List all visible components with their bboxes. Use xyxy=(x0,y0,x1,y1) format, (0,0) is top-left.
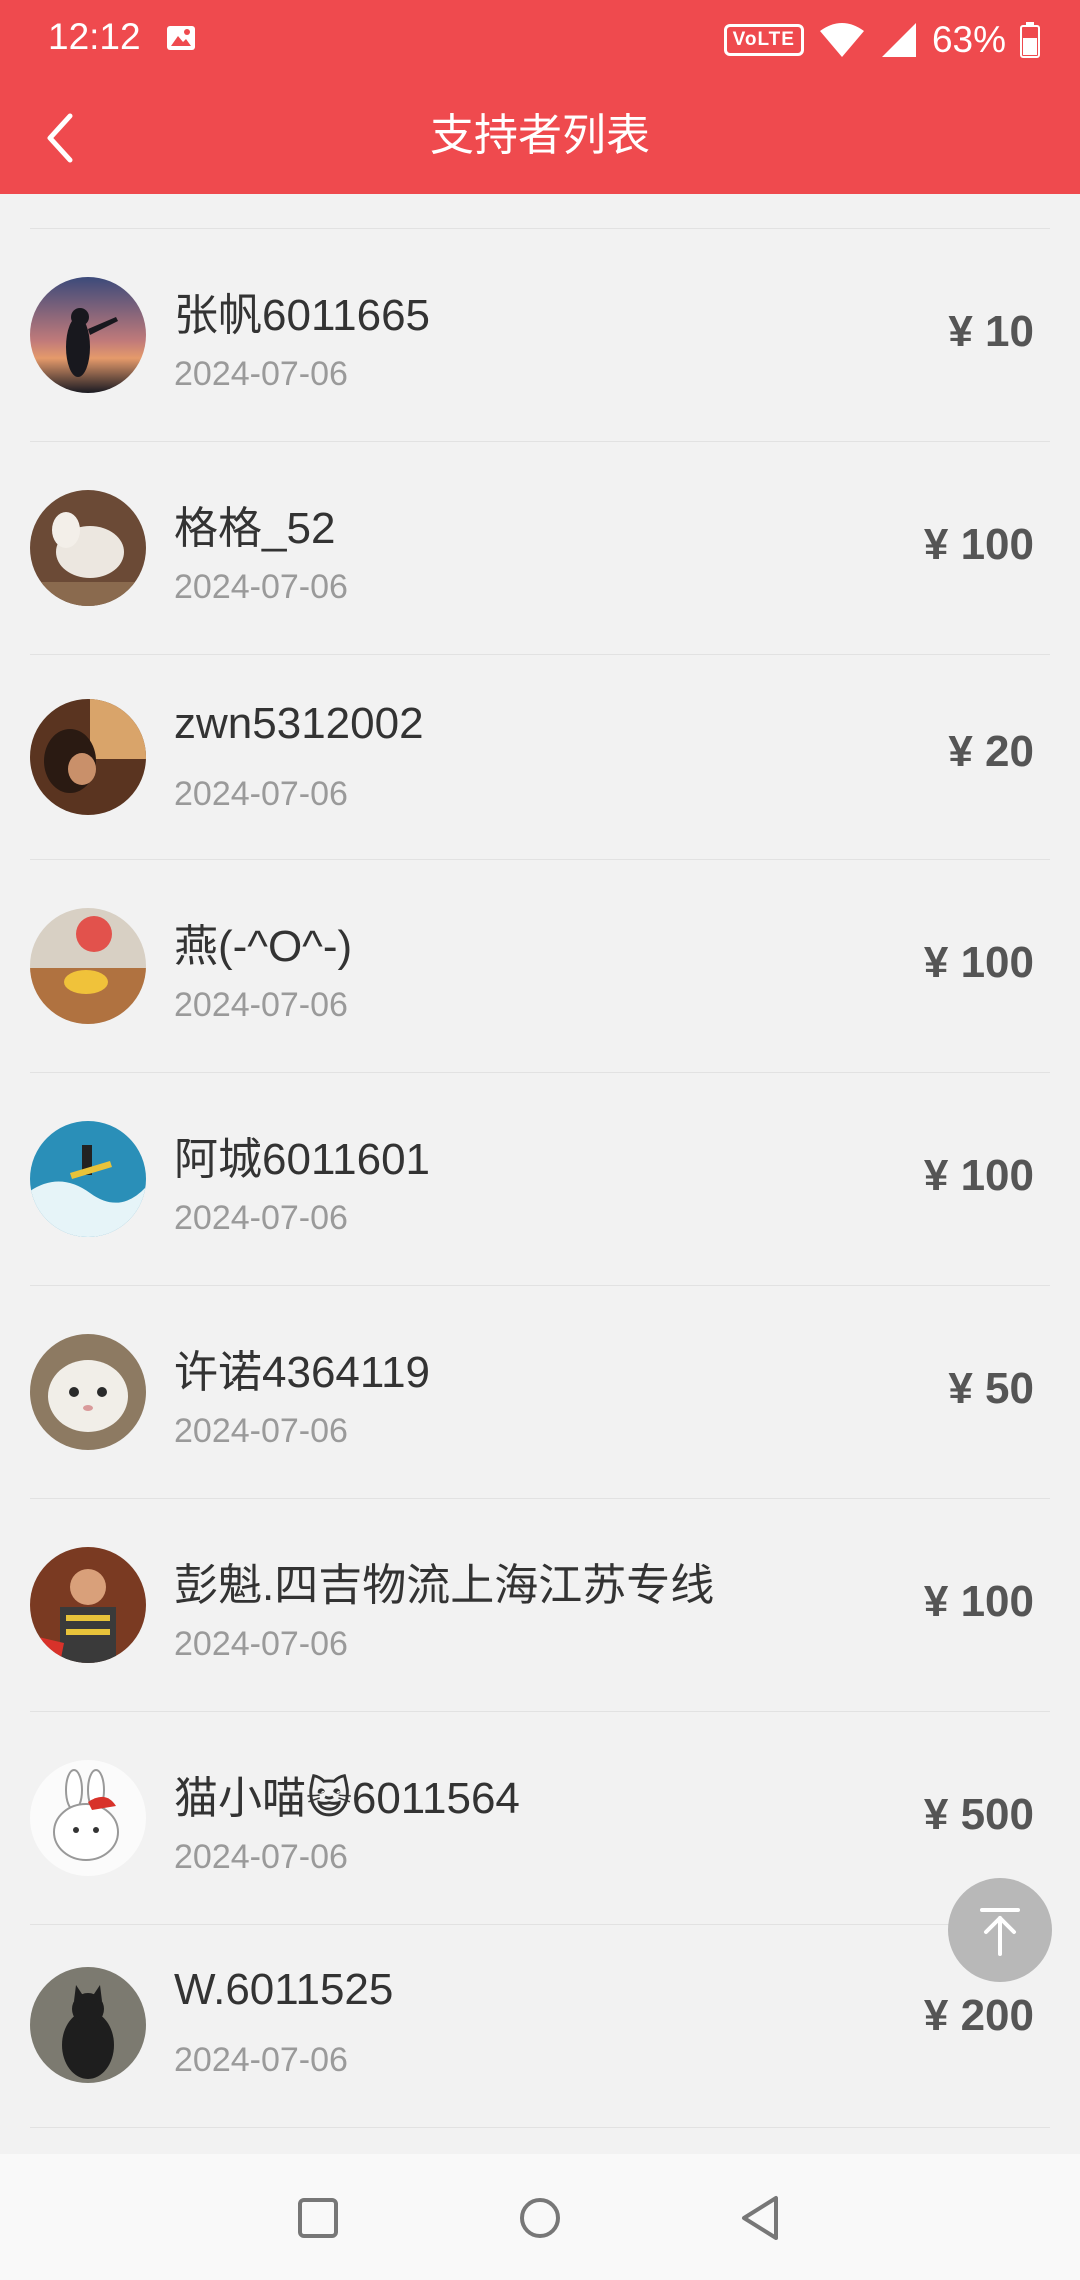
image-icon xyxy=(167,26,195,50)
support-date: 2024-07-06 xyxy=(174,1199,348,1237)
support-amount: ¥ 100 xyxy=(923,938,1034,987)
avatar[interactable] xyxy=(30,1967,146,2083)
avatar[interactable] xyxy=(30,699,146,815)
status-bar: 12:12 VoLTE 63% xyxy=(0,0,1080,80)
back-button[interactable] xyxy=(28,102,98,172)
avatar[interactable] xyxy=(30,1547,146,1663)
status-icons: VoLTE 63% xyxy=(723,16,1040,64)
arrow-to-top-icon xyxy=(980,1908,1020,1956)
scroll-to-top-button[interactable] xyxy=(948,1878,1052,1982)
supporter-row[interactable]: 燕(-^O^-) 2024-07-06 ¥ 100 xyxy=(30,860,1050,1073)
avatar-surfer xyxy=(30,1121,146,1237)
triangle-back-icon xyxy=(742,2196,778,2240)
page-title: 支持者列表 xyxy=(430,111,650,160)
supporter-row[interactable]: 阿城6011601 2024-07-06 ¥ 100 xyxy=(30,1073,1050,1286)
supporter-list[interactable]: 张帆6011665 2024-07-06 ¥ 10 格格_52 2024-07-… xyxy=(0,194,1080,2128)
supporter-name: 燕(-^O^-) xyxy=(174,922,353,971)
supporter-row[interactable]: 张帆6011665 2024-07-06 ¥ 10 xyxy=(30,229,1050,442)
app-bar: 支持者列表 xyxy=(0,80,1080,194)
battery-icon xyxy=(1020,22,1040,58)
supporter-name: 许诺4364119 xyxy=(174,1348,431,1397)
square-recents-icon xyxy=(298,2198,338,2238)
supporter-name: 猫小喵😺6011564 xyxy=(174,1774,520,1823)
avatar[interactable] xyxy=(30,490,146,606)
support-date: 2024-07-06 xyxy=(174,986,348,1024)
avatar-man-flag xyxy=(30,1547,146,1663)
support-date: 2024-07-06 xyxy=(174,1625,348,1663)
support-amount: ¥ 100 xyxy=(923,1577,1034,1626)
supporter-row[interactable]: W.6011525 2024-07-06 ¥ 200 xyxy=(30,1925,1050,2128)
avatar-kitten xyxy=(30,1334,146,1450)
support-date: 2024-07-06 xyxy=(174,775,348,813)
support-amount: ¥ 100 xyxy=(923,520,1034,569)
circle-home-icon xyxy=(520,2198,560,2238)
system-back-button[interactable] xyxy=(730,2186,794,2250)
supporter-row[interactable]: 彭魁.四吉物流上海江苏专线 2024-07-06 ¥ 100 xyxy=(30,1499,1050,1712)
signal-icon xyxy=(881,23,916,57)
avatar[interactable] xyxy=(30,1334,146,1450)
avatar-person-photo xyxy=(30,699,146,815)
list-top-divider xyxy=(30,194,1050,229)
supporter-name: W.6011525 xyxy=(174,1965,394,2014)
supporter-name: zwn5312002 xyxy=(174,699,424,748)
home-button[interactable] xyxy=(508,2186,572,2250)
volte-badge: VoLTE xyxy=(723,24,804,56)
recents-button[interactable] xyxy=(286,2186,350,2250)
support-amount: ¥ 500 xyxy=(923,1790,1034,1839)
supporter-row[interactable]: 许诺4364119 2024-07-06 ¥ 50 xyxy=(30,1286,1050,1499)
battery-percentage: 63% xyxy=(931,19,1006,60)
supporter-row[interactable]: 猫小喵😺6011564 2024-07-06 ¥ 500 xyxy=(30,1712,1050,1925)
supporter-name: 格格_52 xyxy=(174,504,336,553)
support-amount: ¥ 100 xyxy=(923,1151,1034,1200)
avatar[interactable] xyxy=(30,1760,146,1876)
support-amount: ¥ 200 xyxy=(923,1991,1034,2040)
support-date: 2024-07-06 xyxy=(174,1838,348,1876)
system-nav-bar xyxy=(0,2154,1080,2280)
support-amount: ¥ 10 xyxy=(948,307,1034,356)
avatar-rabbit-drawing xyxy=(30,1760,146,1876)
avatar[interactable] xyxy=(30,1121,146,1237)
supporter-row[interactable]: 格格_52 2024-07-06 ¥ 100 xyxy=(30,442,1050,655)
status-time: 12:12 xyxy=(48,16,141,57)
support-date: 2024-07-06 xyxy=(174,1412,348,1450)
supporter-row[interactable]: zwn5312002 2024-07-06 ¥ 20 xyxy=(30,655,1050,860)
supporter-name: 张帆6011665 xyxy=(174,291,431,340)
support-date: 2024-07-06 xyxy=(174,568,348,606)
supporter-name: 阿城6011601 xyxy=(174,1135,431,1184)
chevron-left-icon xyxy=(47,113,73,163)
avatar-balloon-cake xyxy=(30,908,146,1024)
wifi-icon xyxy=(819,23,864,57)
support-date: 2024-07-06 xyxy=(174,355,348,393)
avatar-black-cat xyxy=(30,1967,146,2083)
support-amount: ¥ 50 xyxy=(948,1364,1034,1413)
avatar-sunset-couple xyxy=(30,277,146,393)
support-amount: ¥ 20 xyxy=(948,727,1034,776)
avatar[interactable] xyxy=(30,908,146,1024)
support-date: 2024-07-06 xyxy=(174,2041,348,2079)
avatar-white-horse xyxy=(30,490,146,606)
supporter-name: 彭魁.四吉物流上海江苏专线 xyxy=(174,1561,715,1610)
avatar[interactable] xyxy=(30,277,146,393)
